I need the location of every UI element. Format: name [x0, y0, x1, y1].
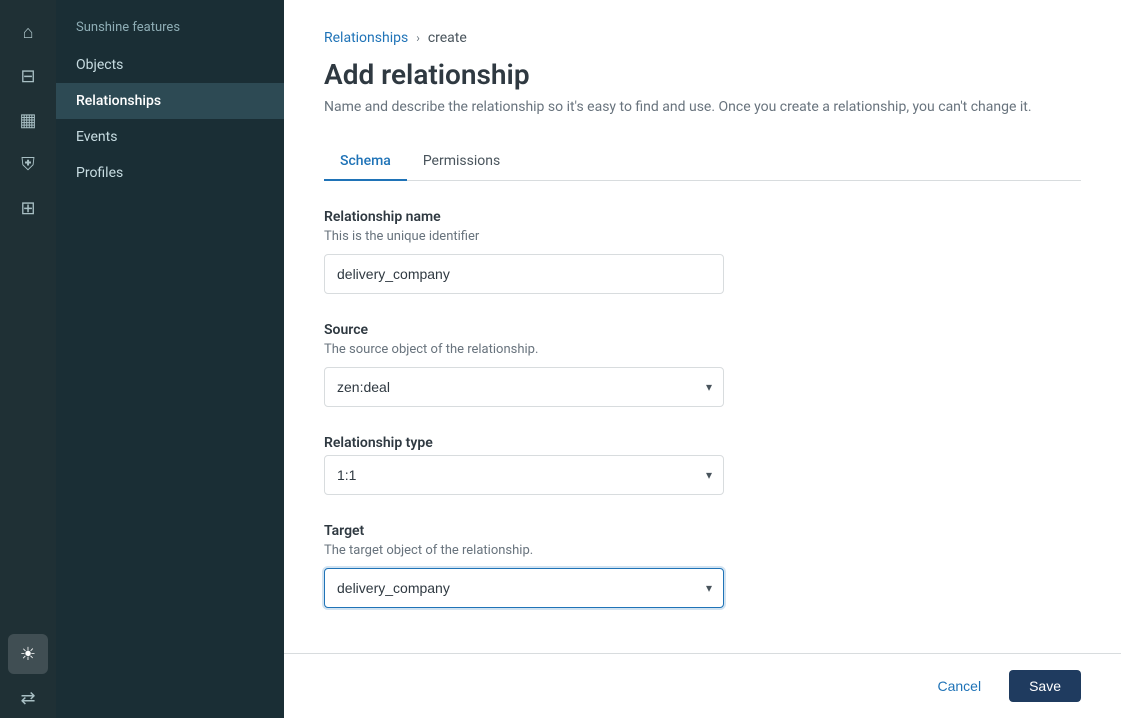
breadcrumb: Relationships › create [324, 30, 1081, 46]
breadcrumb-link[interactable]: Relationships [324, 30, 408, 46]
shield-icon[interactable]: ⛨ [8, 144, 48, 184]
apps-icon[interactable]: ⊞ [8, 188, 48, 228]
dashboard-icon[interactable]: ⊟ [8, 56, 48, 96]
source-select[interactable]: zen:deal zen:ticket zen:user zen:organiz… [324, 367, 724, 407]
target-group: Target The target object of the relation… [324, 523, 1081, 608]
main-area: Relationships › create Add relationship … [284, 0, 1121, 718]
relationship-name-hint: This is the unique identifier [324, 229, 1081, 244]
view-icon[interactable]: ▦ [8, 100, 48, 140]
relationship-name-input[interactable] [324, 254, 724, 294]
target-select-wrapper: delivery_company zen:ticket zen:user ▾ [324, 568, 724, 608]
page-title: Add relationship [324, 58, 1081, 91]
footer: Cancel Save [284, 653, 1121, 718]
save-button[interactable]: Save [1009, 670, 1081, 702]
home-icon[interactable]: ⌂ [8, 12, 48, 52]
source-hint: The source object of the relationship. [324, 342, 1081, 357]
relationship-type-select-wrapper: 1:1 1:N N:N ▾ [324, 455, 724, 495]
content-area: Relationships › create Add relationship … [284, 0, 1121, 653]
relationship-type-label: Relationship type [324, 435, 1081, 451]
source-label: Source [324, 322, 1081, 338]
relationship-type-group: Relationship type 1:1 1:N N:N ▾ [324, 435, 1081, 495]
sidebar-section-title: Sunshine features [56, 0, 284, 47]
sidebar-item-objects[interactable]: Objects [56, 47, 284, 83]
target-hint: The target object of the relationship. [324, 543, 1081, 558]
relationship-type-select[interactable]: 1:1 1:N N:N [324, 455, 724, 495]
sidebar-item-profiles[interactable]: Profiles [56, 155, 284, 191]
tabs: Schema Permissions [324, 143, 1081, 181]
sidebar: Sunshine features Objects Relationships … [56, 0, 284, 718]
tab-permissions[interactable]: Permissions [407, 143, 516, 181]
icon-rail: ⌂ ⊟ ▦ ⛨ ⊞ ☀ ⇄ [0, 0, 56, 718]
source-group: Source The source object of the relation… [324, 322, 1081, 407]
breadcrumb-current: create [428, 30, 467, 46]
relationship-name-label: Relationship name [324, 209, 1081, 225]
sidebar-item-relationships[interactable]: Relationships [56, 83, 284, 119]
sunshine-icon[interactable]: ☀ [8, 634, 48, 674]
transfer-icon[interactable]: ⇄ [8, 678, 48, 718]
relationship-name-group: Relationship name This is the unique ide… [324, 209, 1081, 294]
tab-schema[interactable]: Schema [324, 143, 407, 181]
source-select-wrapper: zen:deal zen:ticket zen:user zen:organiz… [324, 367, 724, 407]
target-label: Target [324, 523, 1081, 539]
page-description: Name and describe the relationship so it… [324, 99, 1081, 115]
sidebar-item-events[interactable]: Events [56, 119, 284, 155]
breadcrumb-separator: › [416, 31, 420, 45]
cancel-button[interactable]: Cancel [921, 670, 997, 702]
target-select[interactable]: delivery_company zen:ticket zen:user [324, 568, 724, 608]
